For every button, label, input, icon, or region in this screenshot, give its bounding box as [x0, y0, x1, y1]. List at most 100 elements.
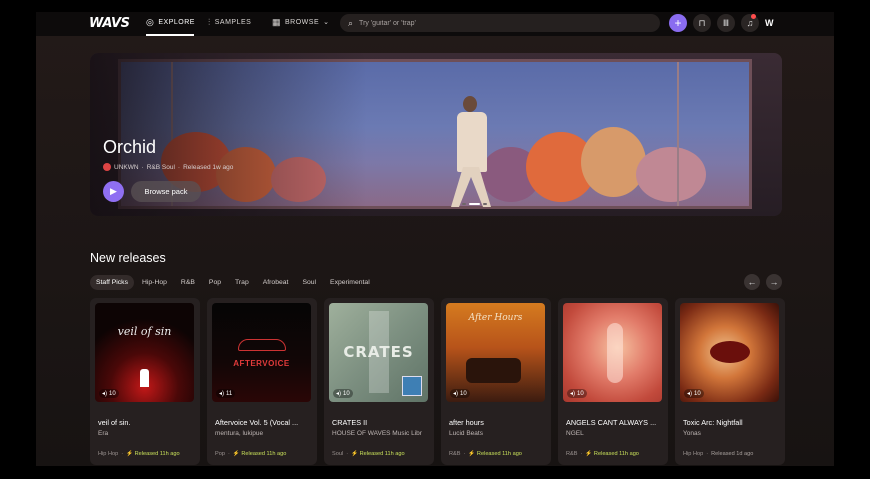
nav-active-indicator: [146, 34, 194, 36]
nav-explore[interactable]: ◎ EXPLORE: [146, 18, 195, 27]
top-navigation: WAVS ◎ EXPLORE ⫶ SAMPLES ▦ BROWSE ⌄ ⌕ + …: [36, 12, 834, 36]
card-released-text: Released 1d ago: [711, 451, 754, 457]
play-count-value: 10: [577, 390, 584, 397]
card-released: ⚡ Released 11h ago: [585, 451, 639, 457]
scroll-left-button[interactable]: ←: [744, 274, 760, 290]
release-card[interactable]: veil of sin ◂) 10 veil of sin. Era Hip Ho…: [90, 298, 200, 465]
card-released-text: Released 11h ago: [593, 451, 639, 457]
release-card[interactable]: CRATES ◂) 10 CRATES II HOUSE OF WAVES Mus…: [324, 298, 434, 465]
card-released-text: Released 11h ago: [359, 451, 405, 457]
pagination-dot-active[interactable]: [469, 203, 480, 205]
card-footer: Pop · ⚡ Released 11h ago: [215, 451, 287, 457]
card-title[interactable]: CRATES II: [332, 418, 428, 427]
section-title: New releases: [90, 251, 166, 265]
release-card[interactable]: After Hours ◂) 10 after hours Lucid Beats…: [441, 298, 551, 465]
card-artist[interactable]: Era: [98, 430, 194, 437]
card-artist[interactable]: Yonas: [683, 430, 779, 437]
release-card[interactable]: ◂) 10 Toxic Arc: Nightfall Yonas Hip Hop ·…: [675, 298, 785, 465]
play-count: ◂) 10: [567, 389, 587, 398]
chip-staff-picks[interactable]: Staff Picks: [90, 275, 134, 290]
card-footer: Soul · ⚡ Released 11h ago: [332, 451, 405, 457]
search-input[interactable]: [359, 19, 640, 27]
card-title[interactable]: after hours: [449, 418, 545, 427]
chip-soul[interactable]: Soul: [296, 275, 322, 290]
card-released-text: Released 11h ago: [134, 451, 180, 457]
figure-shape: [140, 369, 149, 387]
card-title[interactable]: ANGELS CANT ALWAYS ...: [566, 418, 662, 427]
library-button[interactable]: Ⅲ: [717, 14, 735, 32]
card-footer: R&B · ⚡ Released 11h ago: [449, 451, 522, 457]
cover-art-text: CRATES: [343, 343, 414, 361]
speaker-icon: ◂): [453, 391, 459, 397]
artist-avatar: [103, 163, 111, 171]
play-button[interactable]: ▶: [103, 181, 124, 202]
card-released: ⚡ Released 11h ago: [232, 451, 287, 457]
card-footer: Hip Hop · ⚡ Released 11h ago: [98, 451, 180, 457]
profile-logo[interactable]: W: [765, 18, 774, 28]
nav-browse[interactable]: ▦ BROWSE ⌄: [272, 18, 330, 27]
chip-afrobeat[interactable]: Afrobeat: [257, 275, 295, 290]
play-count: ◂) 10: [333, 389, 353, 398]
speaker-icon: ◂): [687, 391, 693, 397]
card-title[interactable]: veil of sin.: [98, 418, 194, 427]
cart-button[interactable]: ⊓: [693, 14, 711, 32]
arrow-right-icon: →: [769, 277, 779, 287]
cover-art[interactable]: veil of sin ◂) 10: [95, 303, 194, 402]
hero-artist[interactable]: UNKWN: [114, 164, 139, 171]
card-genre: Soul: [332, 451, 344, 457]
couch-shape: [466, 358, 521, 383]
card-title[interactable]: Toxic Arc: Nightfall: [683, 418, 779, 427]
label-logo: [402, 376, 422, 396]
figure-shape: [607, 323, 623, 383]
card-released-text: Released 11h ago: [476, 451, 522, 457]
pagination-dot[interactable]: [483, 203, 487, 205]
card-title[interactable]: Aftervoice Vol. 5 (Vocal ...: [215, 418, 311, 427]
hero-genre: R&B Soul: [146, 163, 175, 171]
notifications-button[interactable]: ♫: [741, 14, 759, 32]
card-released: ⚡ Released 11h ago: [351, 451, 405, 457]
chip-trap[interactable]: Trap: [229, 275, 255, 290]
filter-chips: Staff Picks Hip-Hop R&B Pop Trap Afrobea…: [90, 275, 378, 290]
cover-art[interactable]: CRATES ◂) 10: [329, 303, 428, 402]
speaker-icon: ◂): [102, 391, 108, 397]
scroll-right-button[interactable]: →: [766, 274, 782, 290]
card-released: Released 1d ago: [711, 451, 753, 457]
add-button[interactable]: +: [669, 14, 687, 32]
separator-dot: ·: [141, 163, 144, 171]
chip-pop[interactable]: Pop: [203, 275, 227, 290]
card-artist[interactable]: HOUSE OF WAVES Music Libr: [332, 430, 428, 437]
cover-art[interactable]: ◂) 10: [563, 303, 662, 402]
release-card[interactable]: ◂) 10 ANGELS CANT ALWAYS ... NGEL R&B · ⚡ …: [558, 298, 668, 465]
speaker-icon: ◂): [336, 391, 342, 397]
browse-pack-button[interactable]: Browse pack: [131, 181, 201, 202]
card-released: ⚡ Released 11h ago: [126, 451, 180, 457]
card-artist[interactable]: mentura, lukipue: [215, 430, 311, 437]
arrow-left-icon: ←: [747, 277, 757, 287]
play-count-value: 10: [343, 390, 350, 397]
card-footer: Hip Hop · Released 1d ago: [683, 451, 754, 457]
hero-released: Released 1w ago: [183, 163, 234, 171]
cover-art[interactable]: ◂) 10: [680, 303, 779, 402]
chip-rnb[interactable]: R&B: [175, 275, 201, 290]
nav-samples-label: SAMPLES: [214, 19, 252, 26]
wavs-logo[interactable]: WAVS: [89, 16, 130, 31]
cover-art[interactable]: After Hours ◂) 10: [446, 303, 545, 402]
chip-hip-hop[interactable]: Hip-Hop: [136, 275, 173, 290]
play-count: ◂) 10: [684, 389, 704, 398]
search-bar[interactable]: ⌕: [340, 14, 660, 32]
notification-dot: [751, 14, 756, 19]
card-artist[interactable]: Lucid Beats: [449, 430, 545, 437]
play-count-value: 10: [109, 390, 116, 397]
bell-icon: ♫: [746, 18, 754, 28]
nav-samples[interactable]: ⫶ SAMPLES: [208, 18, 251, 27]
search-icon: ⌕: [348, 17, 354, 28]
card-genre: R&B: [566, 451, 578, 457]
chip-experimental[interactable]: Experimental: [324, 275, 376, 290]
mouth-shape: [710, 341, 750, 363]
card-genre: Hip Hop: [98, 451, 119, 457]
cover-art[interactable]: AFTERVOICE ◂) 11: [212, 303, 311, 402]
hero-meta: UNKWN · R&B Soul · Released 1w ago: [103, 163, 233, 171]
release-card[interactable]: AFTERVOICE ◂) 11 Aftervoice Vol. 5 (Vocal…: [207, 298, 317, 465]
card-artist[interactable]: NGEL: [566, 430, 662, 437]
pagination-dot[interactable]: [462, 203, 466, 205]
